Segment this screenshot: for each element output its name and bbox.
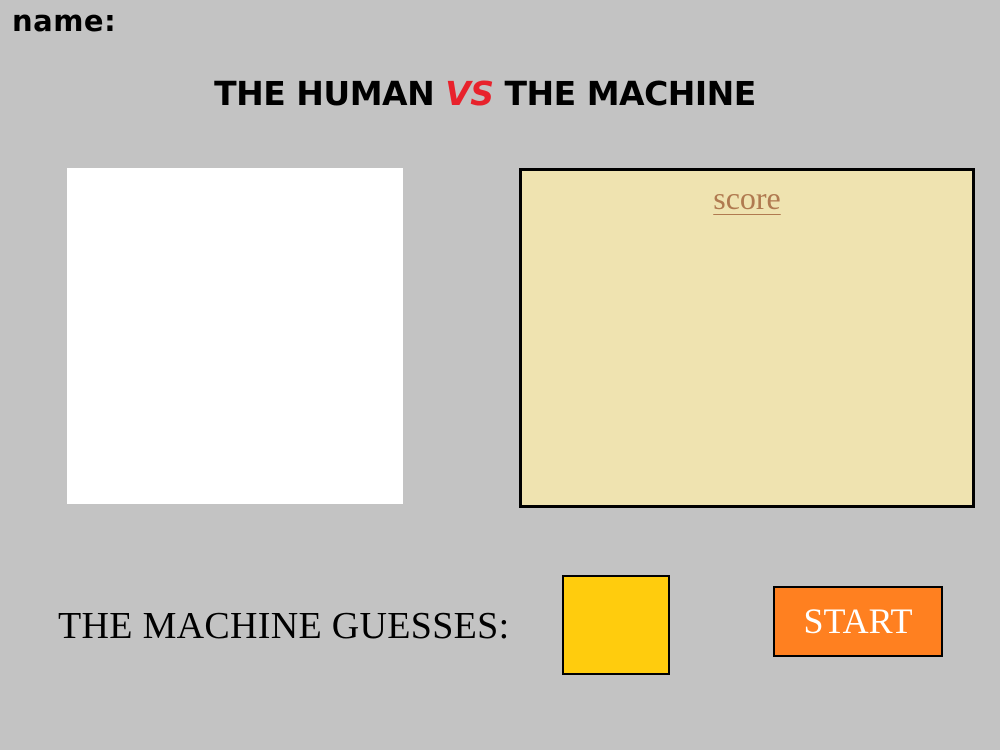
title-machine: THE MACHINE [504,74,757,113]
drawing-canvas[interactable] [67,168,403,504]
name-label: name: [12,4,117,38]
page-title: THE HUMAN VS THE MACHINE [0,74,970,113]
machine-guess-label: THE MACHINE GUESSES: [58,605,510,647]
machine-guess-color-box [562,575,670,675]
title-vs: VS [445,74,494,113]
score-panel: score [519,168,975,508]
start-button[interactable]: START [773,586,943,657]
title-human: THE HUMAN [214,74,435,113]
score-heading: score [713,180,781,216]
